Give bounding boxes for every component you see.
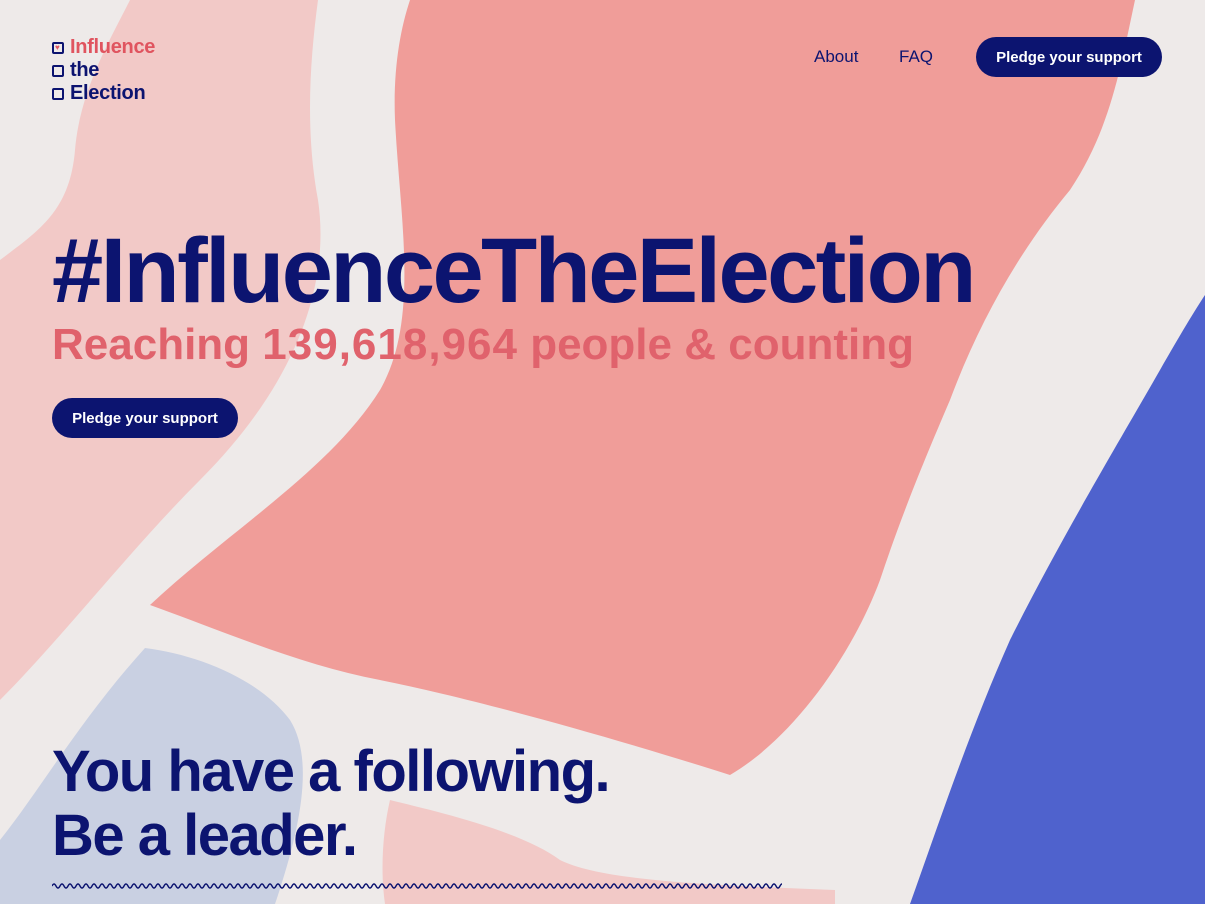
reach-count: 139,618,964: [262, 320, 518, 369]
nav-link-faq[interactable]: FAQ: [899, 47, 933, 67]
logo-word-election: Election: [70, 82, 146, 104]
section-tagline: You have a following. Be a leader.: [52, 739, 611, 868]
hero-headline: #InfluenceTheElection: [52, 220, 976, 322]
tagline-line-1: You have a following.: [52, 739, 611, 804]
wave-divider: [52, 883, 782, 889]
site-logo[interactable]: ♥ Influence the Election: [52, 36, 155, 105]
logo-word-influence: Influence: [70, 36, 156, 58]
reach-prefix: Reaching: [52, 320, 251, 369]
checkbox-icon: [52, 87, 64, 100]
reach-counter: Reaching 139,618,964 people & counting: [52, 320, 914, 370]
pledge-support-button-hero[interactable]: Pledge your support: [52, 398, 238, 438]
tagline-line-2: Be a leader.: [52, 803, 358, 868]
nav-link-about[interactable]: About: [814, 47, 858, 67]
heart-checkbox-icon: ♥: [52, 41, 64, 54]
checkbox-icon: [52, 64, 64, 77]
reach-suffix: people & counting: [530, 320, 914, 369]
logo-word-the: the: [70, 59, 100, 81]
pledge-support-button-header[interactable]: Pledge your support: [976, 37, 1162, 77]
